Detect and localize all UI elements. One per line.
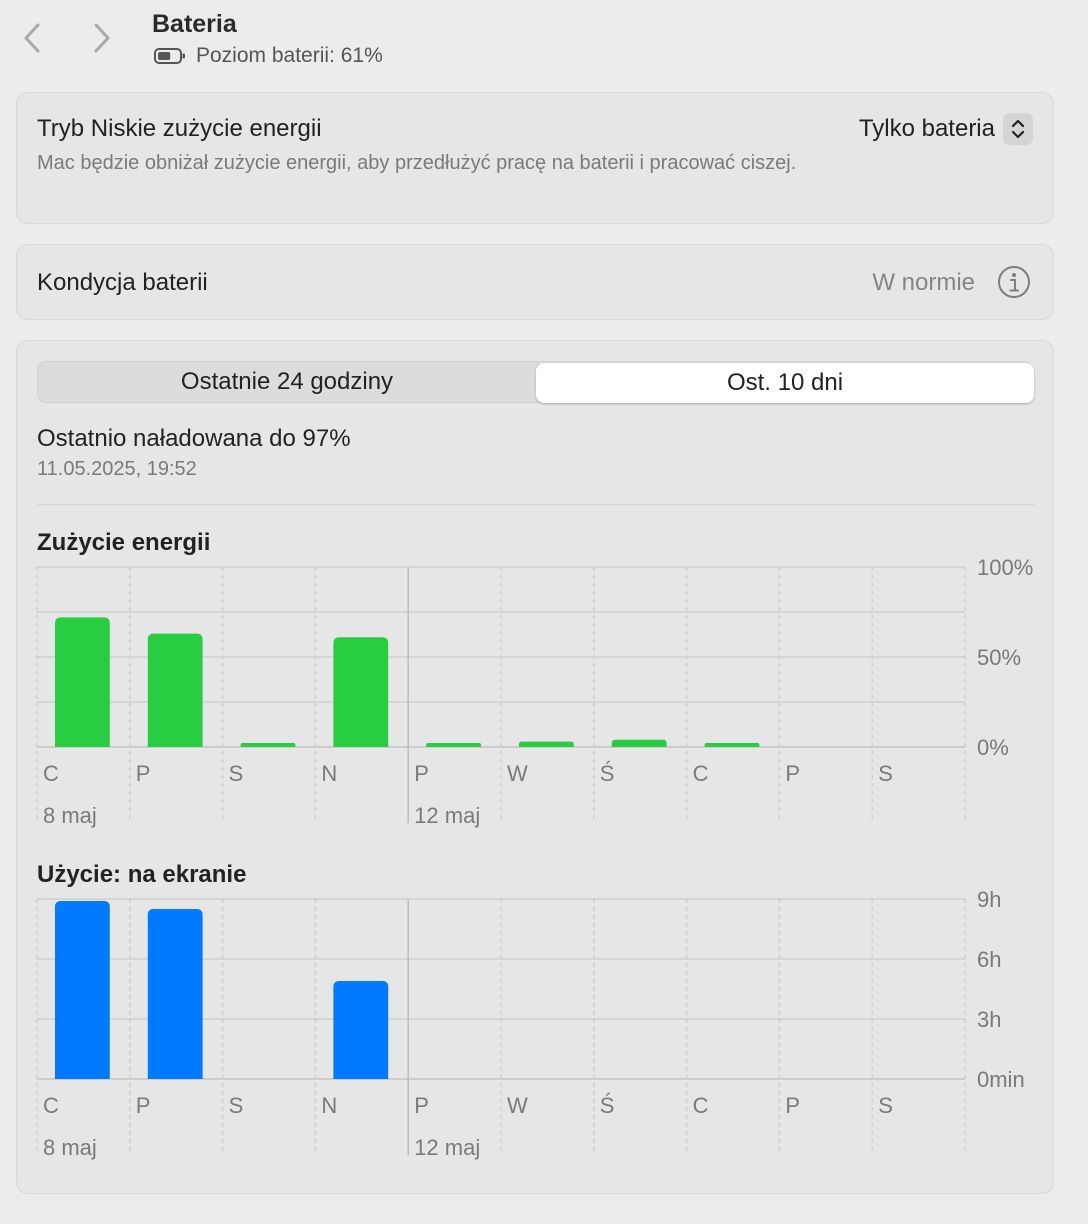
y-tick-label: 6h (977, 947, 1001, 972)
date-label: 8 maj (43, 803, 97, 828)
bar (426, 743, 481, 747)
battery-health-label: Kondycja baterii (37, 269, 208, 296)
bar (704, 743, 760, 747)
x-tick-label: S (878, 1093, 893, 1118)
y-tick-label: 3h (977, 1007, 1001, 1032)
bar (333, 981, 389, 1079)
info-icon[interactable] (997, 265, 1031, 299)
date-label: 8 maj (43, 1135, 97, 1160)
low-power-select-value: Tylko bateria (858, 115, 995, 142)
x-tick-label: S (229, 1093, 244, 1118)
x-tick-label: S (229, 761, 244, 786)
x-tick-label: P (785, 1093, 800, 1118)
screen-usage-chart: 9h 6h 3h 0min C P S N P W Ś C P S 8 maj 12 maj (36, 887, 1025, 1160)
date-label: 12 maj (414, 1135, 480, 1160)
chevron-right-icon (94, 23, 110, 53)
screen-chart-title: Użycie: na ekranie (37, 861, 247, 888)
y-tick-label: 0% (977, 735, 1009, 760)
x-tick-label: N (321, 1093, 337, 1118)
last-charged-text: Ostatnio naładowana do 97% (37, 425, 351, 452)
battery-level-fill (158, 52, 171, 60)
date-label: 12 maj (414, 803, 480, 828)
last-charged-time: 11.05.2025, 19:52 (37, 458, 197, 480)
x-tick-label: W (507, 761, 528, 786)
x-tick-label: P (414, 1093, 429, 1118)
bar (611, 739, 667, 747)
x-tick-label: P (785, 761, 800, 786)
divider (37, 504, 1035, 505)
low-power-description: Mac będzie obniżał zużycie energii, aby … (37, 152, 797, 174)
page-title: Bateria (152, 10, 237, 38)
x-tick-label: C (43, 761, 59, 786)
bar (333, 637, 389, 747)
low-power-title: Tryb Niskie zużycie energii (37, 115, 322, 142)
stepper-icon (1003, 113, 1033, 145)
battery-status-text: Poziom baterii: 61% (196, 44, 383, 67)
low-power-select[interactable]: Tylko bateria (859, 113, 1033, 145)
x-tick-label: C (693, 1093, 709, 1118)
y-tick-label: 0min (977, 1067, 1025, 1092)
bar (147, 909, 203, 1079)
time-range-segmented-control[interactable]: Ostatnie 24 godziny Ost. 10 dni (37, 361, 1034, 403)
x-tick-label: P (136, 1093, 151, 1118)
energy-usage-chart: 100% 50% 0% C P S N P W Ś C P S 8 maj 12 maj (36, 555, 1033, 828)
energy-chart-title: Zużycie energii (37, 529, 211, 556)
bar (147, 633, 203, 747)
y-tick-label: 9h (977, 887, 1001, 912)
tab-last-24-hours[interactable]: Ostatnie 24 godziny (38, 362, 536, 402)
battery-status: Poziom baterii: 61% (154, 44, 383, 68)
y-tick-label: 100% (977, 555, 1033, 580)
battery-health-card: Kondycja baterii W normie (16, 244, 1054, 320)
tab-last-10-days[interactable]: Ost. 10 dni (536, 363, 1034, 403)
low-power-card: Tryb Niskie zużycie energii Mac będzie o… (16, 92, 1054, 224)
x-tick-label: P (414, 761, 429, 786)
battery-icon (154, 48, 185, 64)
bar (240, 743, 296, 747)
x-tick-label: Ś (600, 761, 615, 786)
x-tick-label: Ś (600, 1093, 615, 1118)
bar (55, 901, 110, 1079)
x-tick-label: S (878, 761, 893, 786)
x-tick-label: C (43, 1093, 59, 1118)
y-tick-label: 50% (977, 645, 1021, 670)
x-tick-label: P (136, 761, 151, 786)
chevron-left-icon (24, 23, 40, 53)
x-tick-label: W (507, 1093, 528, 1118)
forward-button[interactable] (84, 18, 120, 58)
x-tick-label: C (693, 761, 709, 786)
x-tick-label: N (321, 761, 337, 786)
back-button[interactable] (14, 18, 50, 58)
usage-card: Ostatnie 24 godziny Ost. 10 dni Ostatnio… (16, 340, 1054, 1194)
bar (55, 617, 110, 747)
battery-health-value: W normie (872, 269, 975, 296)
bar (519, 741, 574, 747)
